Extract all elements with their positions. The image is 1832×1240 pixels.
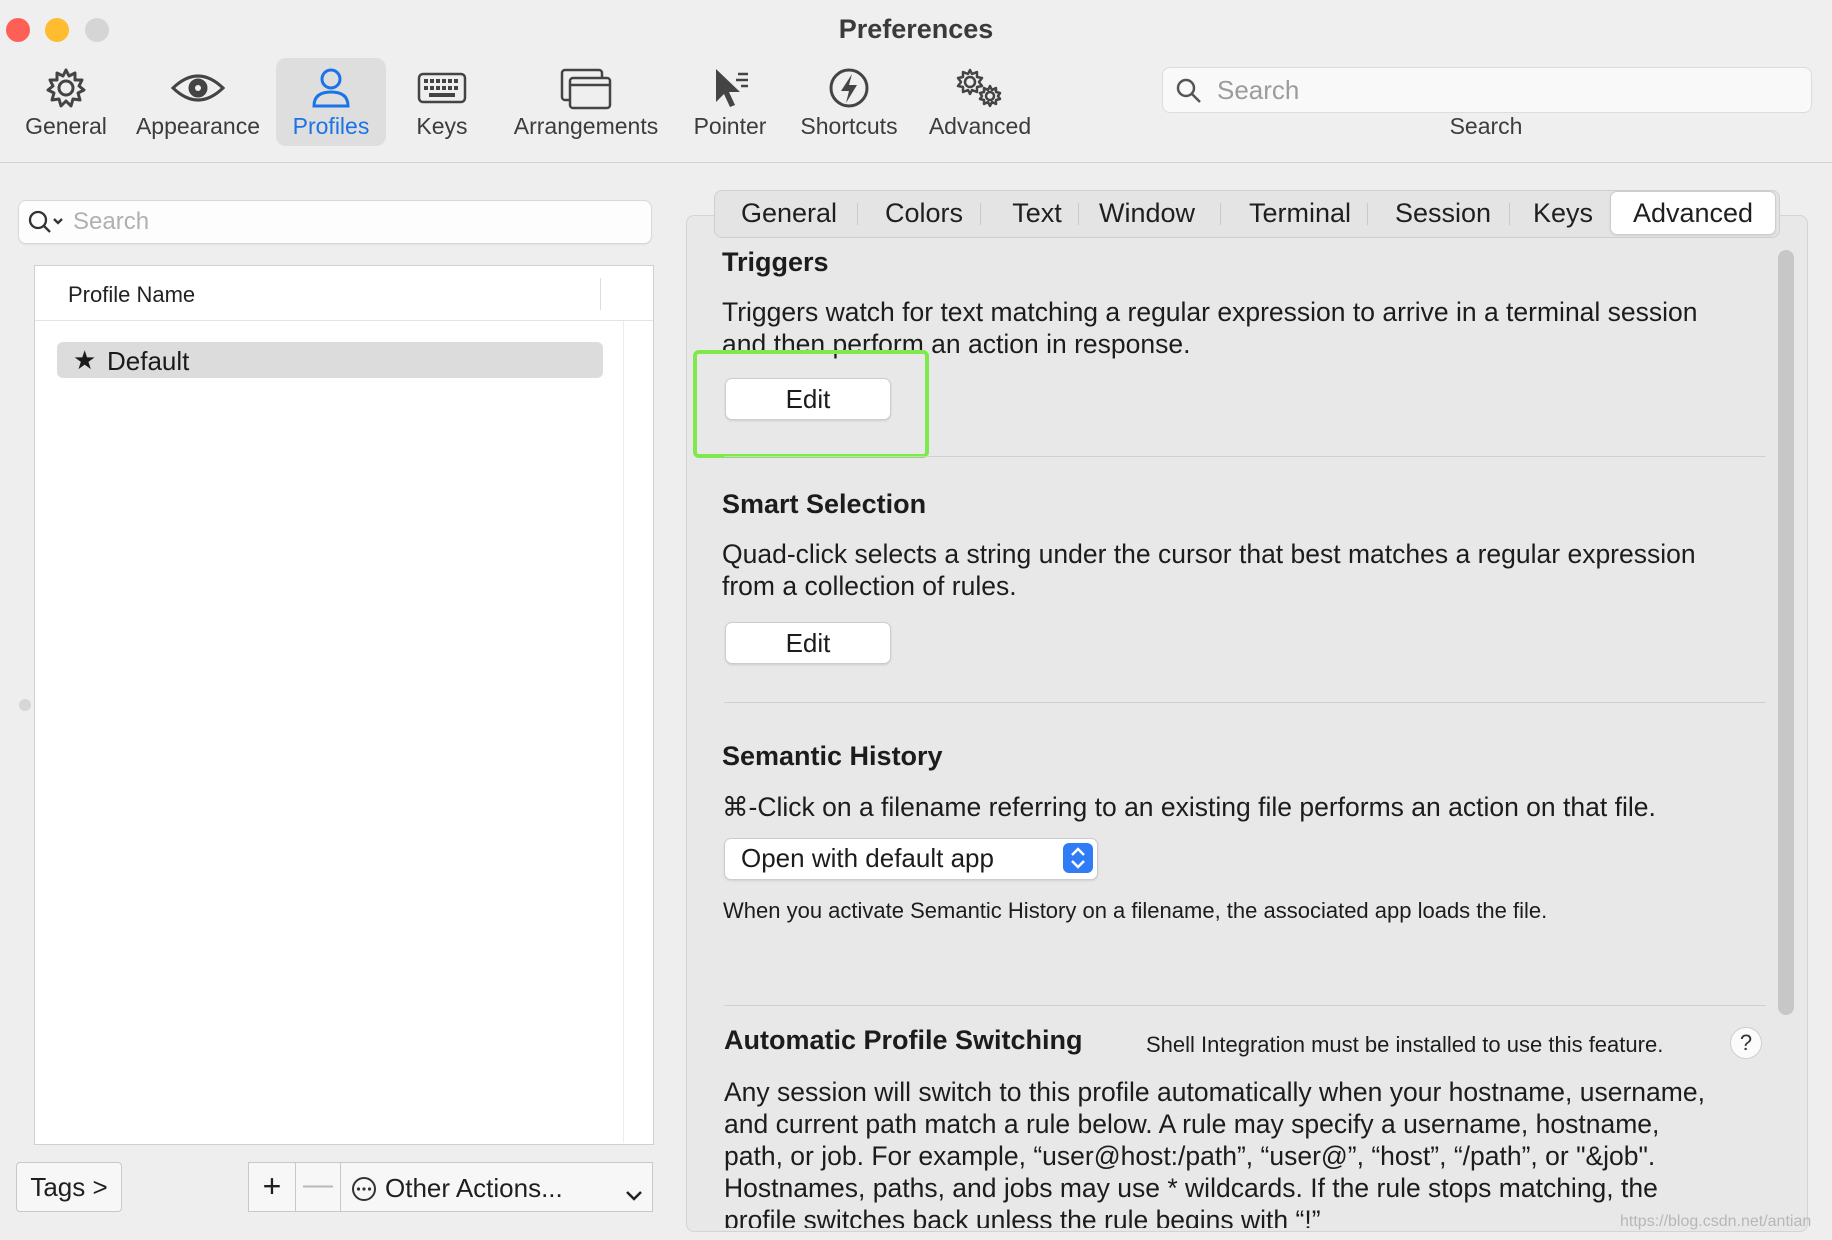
select-stepper-icon (1063, 843, 1093, 873)
aps-description-line4: Hostnames, paths, and jobs may use * wil… (724, 1173, 1658, 1203)
toolbar-shortcuts[interactable]: Shortcuts (792, 58, 906, 146)
toolbar-arrangements-label: Arrangements (513, 113, 659, 139)
column-divider (600, 278, 601, 310)
toolbar-advanced-label: Advanced (928, 113, 1032, 139)
toolbar-keys[interactable]: Keys (400, 58, 484, 146)
profile-tab-bar: General Colors Text Window Terminal Sess… (714, 190, 1780, 238)
shell-integration-note: Shell Integration must be installed to u… (1146, 1032, 1664, 1057)
ellipsis-circle-icon (350, 1175, 378, 1210)
toolbar-general-label: General (25, 113, 107, 139)
semantic-history-note: When you activate Semantic History on a … (723, 898, 1548, 923)
semantic-history-title: Semantic History (722, 741, 943, 771)
triggers-description-line1: Triggers watch for text matching a regul… (722, 297, 1698, 327)
chevron-down-icon (624, 1179, 644, 1210)
profile-list-header[interactable]: Profile Name (35, 266, 653, 321)
tab-colors[interactable]: Colors (863, 192, 985, 234)
profile-search-input[interactable] (71, 205, 635, 239)
other-actions-label: Other Actions... (385, 1173, 563, 1203)
toolbar-profiles[interactable]: Profiles (276, 58, 386, 146)
keyboard-icon (400, 66, 484, 110)
toolbar-search-input[interactable] (1215, 72, 1799, 108)
search-menu-icon[interactable] (27, 208, 67, 241)
semantic-history-action-select[interactable]: Open with default app (724, 838, 1098, 880)
toolbar-keys-label: Keys (416, 113, 468, 139)
smart-selection-title: Smart Selection (722, 489, 927, 519)
tab-separator (1367, 203, 1368, 225)
highlight-annotation (693, 350, 929, 458)
other-actions-menu[interactable]: Other Actions... (340, 1162, 653, 1212)
panel-resize-grip[interactable] (19, 699, 31, 711)
toolbar-advanced[interactable]: Advanced (920, 58, 1040, 146)
remove-profile-button[interactable]: — (295, 1162, 341, 1212)
profile-list-gutter (623, 321, 624, 1143)
tab-session[interactable]: Session (1373, 192, 1513, 234)
toolbar-general[interactable]: General (16, 58, 116, 146)
tags-button[interactable]: Tags > (16, 1162, 122, 1212)
cursor-icon (680, 66, 780, 110)
settings-scrollbar[interactable] (1778, 250, 1794, 1015)
toolbar-appearance-label: Appearance (135, 113, 261, 139)
aps-description-line2: and current path match a rule below. A r… (724, 1109, 1660, 1139)
profile-name-column-header[interactable]: Profile Name (68, 282, 195, 308)
tab-text[interactable]: Text (989, 192, 1085, 234)
tab-window[interactable]: Window (1087, 192, 1207, 234)
tab-separator (1220, 203, 1221, 225)
toolbar-arrangements[interactable]: Arrangements (506, 58, 666, 146)
help-button[interactable]: ? (1730, 1027, 1762, 1059)
gears-icon (920, 66, 1040, 110)
profile-row-name: Default (107, 346, 190, 376)
window-toolbar: Preferences General Appearance Profiles … (0, 0, 1832, 163)
person-icon (276, 66, 386, 110)
toolbar-appearance[interactable]: Appearance (130, 58, 266, 146)
smart-selection-edit-button[interactable]: Edit (725, 622, 891, 664)
toolbar-pointer-label: Pointer (693, 113, 767, 139)
automatic-profile-switching-title: Automatic Profile Switching (724, 1025, 1083, 1055)
triggers-title: Triggers (722, 247, 829, 277)
tab-terminal[interactable]: Terminal (1227, 192, 1373, 234)
windows-icon (506, 66, 666, 110)
default-star-icon: ★ (73, 345, 97, 375)
toolbar-shortcuts-label: Shortcuts (800, 113, 898, 139)
watermark-text: https://blog.csdn.net/antian (1620, 1213, 1812, 1230)
add-profile-button[interactable]: + (248, 1162, 296, 1212)
aps-description-line3: path, or job. For example, “user@host:/p… (724, 1141, 1656, 1171)
profile-row-default[interactable]: ★ Default (57, 342, 603, 378)
section-divider (724, 456, 1766, 457)
tab-separator (1078, 203, 1079, 225)
toolbar-search-field[interactable] (1162, 67, 1812, 113)
section-divider (724, 1005, 1766, 1006)
tab-separator (1509, 203, 1510, 225)
toolbar-profiles-label: Profiles (292, 113, 370, 139)
semantic-history-description: ⌘-Click on a filename referring to an ex… (722, 792, 1656, 822)
gear-icon (16, 66, 116, 110)
tab-keys[interactable]: Keys (1517, 192, 1609, 234)
aps-description-line5: profile switches back unless the rule be… (724, 1205, 1321, 1228)
section-divider (724, 702, 1766, 703)
toolbar-search-caption: Search (1449, 113, 1523, 139)
tab-separator (980, 203, 981, 225)
eye-icon (130, 66, 266, 110)
profile-list: Profile Name ★ Default (34, 265, 654, 1145)
semantic-history-selected-value: Open with default app (741, 843, 994, 873)
tab-general[interactable]: General (727, 192, 851, 234)
smart-selection-description-line1: Quad-click selects a string under the cu… (722, 539, 1696, 569)
search-icon (1175, 77, 1203, 110)
aps-description-clip: Any session will switch to this profile … (686, 1060, 1776, 1228)
toolbar-pointer[interactable]: Pointer (680, 58, 780, 146)
aps-description-line1: Any session will switch to this profile … (724, 1077, 1705, 1107)
bolt-icon (792, 66, 906, 110)
tab-separator (857, 203, 858, 225)
tab-advanced[interactable]: Advanced (1610, 191, 1776, 235)
window-title: Preferences (838, 14, 994, 44)
profile-search-field[interactable] (18, 200, 652, 244)
smart-selection-description-line2: from a collection of rules. (722, 571, 1017, 601)
